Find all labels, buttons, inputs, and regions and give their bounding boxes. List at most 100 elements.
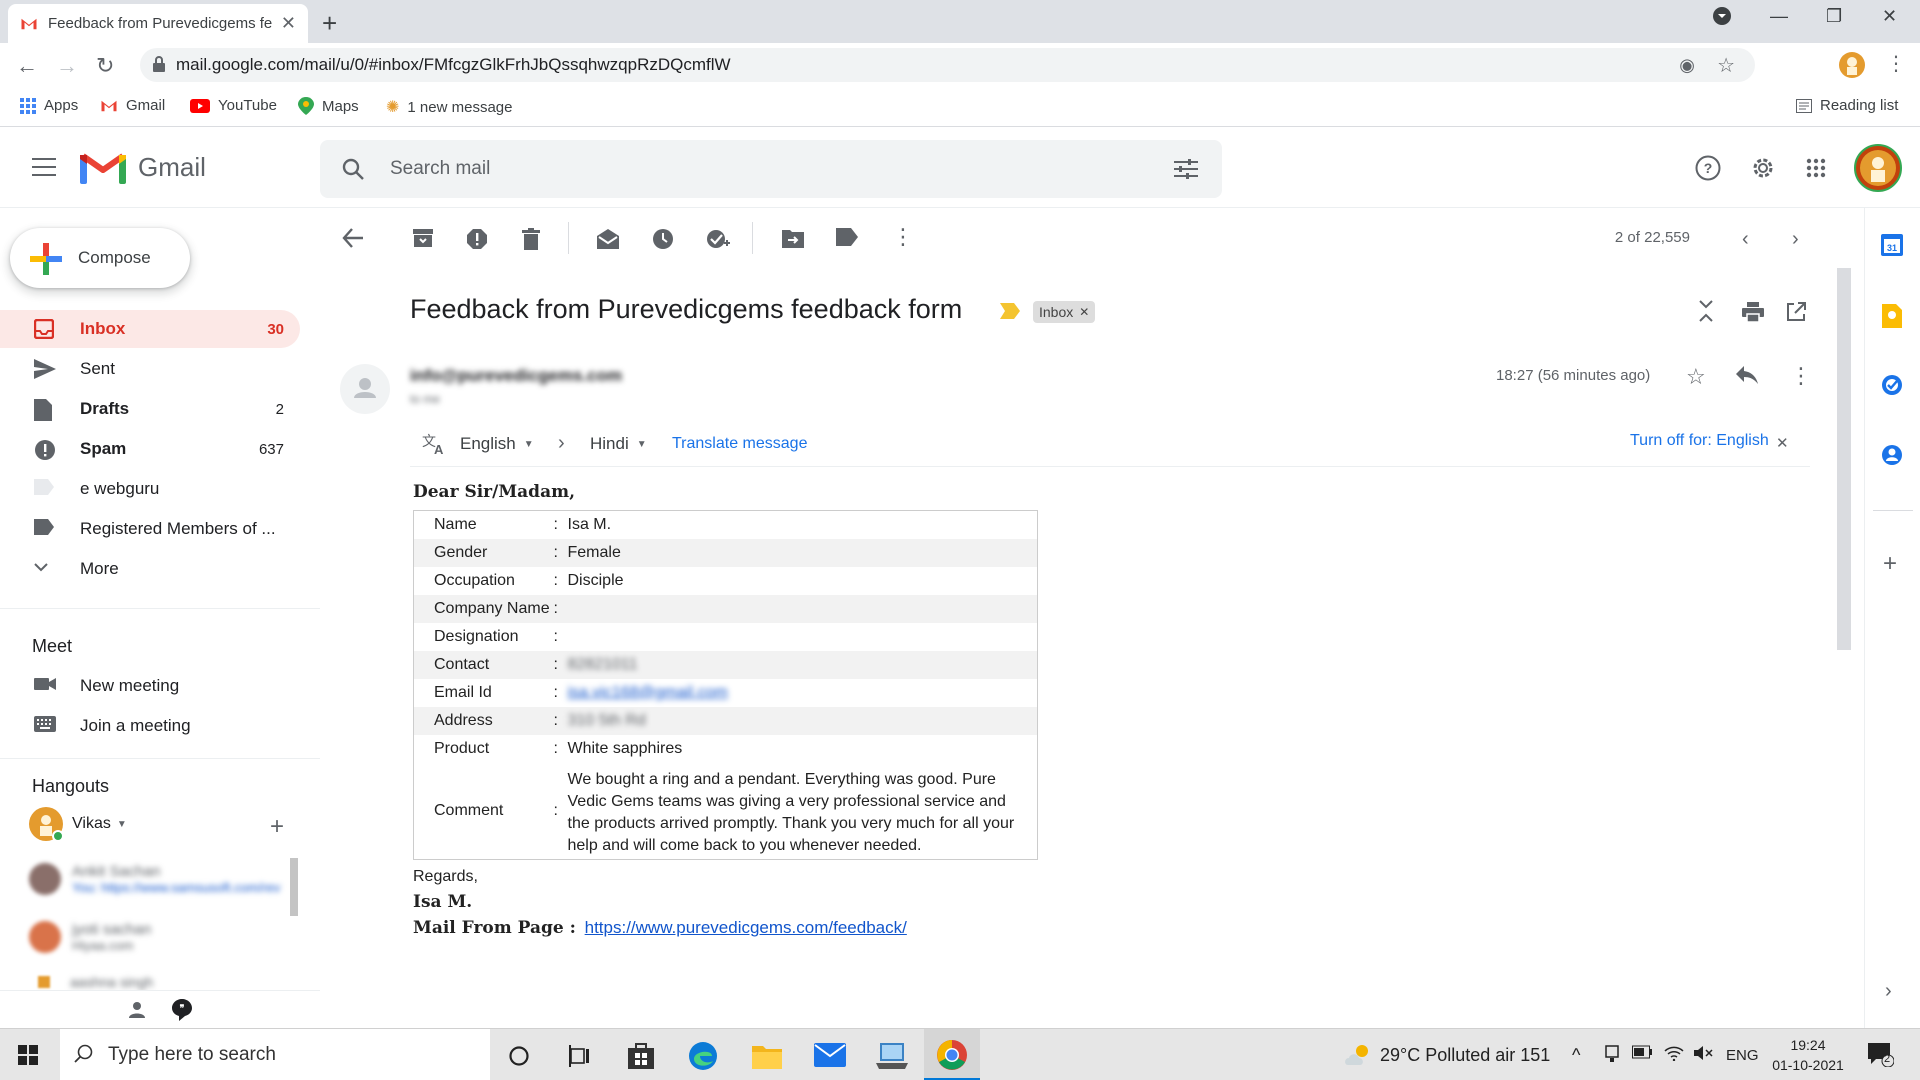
minimize-icon[interactable]: — — [1770, 6, 1788, 27]
settings-gear-icon[interactable] — [1750, 155, 1776, 181]
contacts-icon[interactable] — [1881, 444, 1903, 466]
wifi-icon[interactable] — [1664, 1045, 1684, 1061]
battery-icon[interactable] — [1632, 1045, 1652, 1059]
add-hangout-icon[interactable]: + — [270, 813, 284, 841]
account-avatar[interactable] — [1854, 144, 1902, 192]
hangouts-contact[interactable]: jyoti sachan Hiyaa.com — [28, 920, 288, 954]
show-side-panel-icon[interactable]: › — [1885, 980, 1892, 1003]
laptop-app-icon[interactable] — [876, 1043, 908, 1069]
close-translate-icon[interactable]: ✕ — [1776, 434, 1789, 452]
task-view-icon[interactable] — [568, 1045, 592, 1067]
search-icon[interactable] — [342, 158, 364, 180]
turn-off-translate-link[interactable]: Turn off for: English — [1630, 432, 1769, 450]
address-bar[interactable]: mail.google.com/mail/u/0/#inbox/FMfcgzGl… — [140, 48, 1755, 82]
search-options-icon[interactable] — [1174, 158, 1198, 180]
reload-icon[interactable]: ↻ — [96, 53, 114, 79]
cortana-icon[interactable] — [508, 1045, 530, 1067]
sidebar-item-e-webguru[interactable]: e webguru — [0, 470, 300, 508]
mail-app-icon[interactable] — [814, 1043, 846, 1067]
target-language-select[interactable]: Hindi ▼ — [590, 434, 647, 454]
hangouts-scrollbar[interactable] — [290, 858, 298, 916]
sidebar-item-inbox[interactable]: Inbox 30 — [0, 310, 300, 348]
email-scrollbar[interactable] — [1837, 268, 1851, 650]
get-addons-icon[interactable]: + — [1883, 550, 1897, 578]
star-icon[interactable]: ☆ — [1686, 364, 1706, 390]
recipient-line[interactable]: to me — [410, 392, 440, 406]
gmail-logo[interactable]: Gmail — [80, 150, 206, 184]
tab-close-icon[interactable]: ✕ — [281, 13, 296, 34]
sidebar-item-sent[interactable]: Sent — [0, 350, 300, 388]
weather-text[interactable]: 29°C Polluted air 151 — [1380, 1045, 1550, 1066]
calendar-icon[interactable]: 31 — [1881, 234, 1903, 256]
taskbar-search-input[interactable]: Type here to search — [60, 1029, 490, 1080]
edge-browser-icon[interactable] — [688, 1041, 718, 1071]
volume-muted-icon[interactable] — [1694, 1045, 1714, 1061]
open-new-window-icon[interactable] — [1786, 302, 1806, 322]
new-meeting-button[interactable]: New meeting — [0, 667, 300, 705]
eye-icon[interactable]: ◉ — [1679, 55, 1695, 76]
profile-menu-icon[interactable] — [1712, 6, 1732, 26]
weather-icon[interactable] — [1344, 1043, 1372, 1067]
email-link[interactable]: isa.vic168@gmail.com — [568, 684, 728, 701]
sidebar-item-spam[interactable]: Spam 637 — [0, 430, 300, 468]
windows-start-icon[interactable] — [18, 1045, 38, 1065]
new-tab-icon[interactable]: + — [322, 8, 337, 39]
sidebar-item-drafts[interactable]: Drafts 2 — [0, 390, 300, 428]
file-explorer-icon[interactable] — [752, 1043, 782, 1069]
tasks-icon[interactable] — [1881, 374, 1903, 396]
collapse-all-icon[interactable] — [1698, 300, 1714, 322]
contacts-person-icon[interactable] — [128, 1001, 146, 1019]
bookmark-new-message[interactable]: ✺ 1 new message — [386, 97, 512, 117]
message-more-icon[interactable]: ⋮ — [1790, 363, 1812, 389]
hangouts-contact[interactable]: aashna singh — [38, 974, 288, 990]
profile-avatar[interactable] — [1838, 51, 1866, 79]
remove-label-icon[interactable]: ✕ — [1079, 305, 1089, 319]
maximize-icon[interactable]: ❐ — [1826, 6, 1842, 27]
bookmark-youtube[interactable]: YouTube — [190, 97, 277, 114]
mark-unread-icon[interactable] — [596, 228, 620, 250]
newer-chevron-icon[interactable]: ‹ — [1742, 228, 1749, 251]
taskbar-clock[interactable]: 19:24 01-10-2021 — [1770, 1035, 1846, 1075]
print-icon[interactable] — [1742, 302, 1764, 322]
browser-tab[interactable]: Feedback from Purevedicgems fe ✕ — [8, 4, 308, 43]
compose-button[interactable]: Compose — [10, 228, 190, 288]
bookmark-maps[interactable]: Maps — [298, 97, 359, 115]
help-icon[interactable]: ? — [1695, 155, 1721, 181]
more-options-icon[interactable]: ⋮ — [892, 224, 914, 250]
translate-message-link[interactable]: Translate message — [672, 435, 807, 453]
keep-icon[interactable] — [1882, 304, 1902, 328]
reading-list[interactable]: Reading list — [1796, 97, 1898, 114]
hangouts-contact[interactable]: Ankit Sachan You: https://www.samsusoft.… — [28, 862, 288, 896]
notifications-icon[interactable]: 2 — [1868, 1043, 1894, 1067]
sender-avatar[interactable] — [340, 364, 390, 414]
store-icon[interactable] — [626, 1041, 656, 1069]
bookmark-gmail[interactable]: Gmail — [100, 97, 165, 114]
back-icon[interactable]: ← — [16, 53, 38, 79]
window-close-icon[interactable]: ✕ — [1882, 6, 1897, 27]
label-tag-icon[interactable] — [836, 228, 858, 246]
sidebar-item-more[interactable]: More — [0, 550, 300, 588]
hangouts-user[interactable]: Vikas ▼ — [28, 806, 127, 842]
sender-email[interactable]: info@purevedicgems.com — [410, 366, 622, 386]
main-menu-icon[interactable] — [32, 158, 56, 176]
reply-icon[interactable] — [1736, 366, 1758, 384]
sidebar-item-registered-members[interactable]: Registered Members of ... — [0, 510, 300, 548]
search-input[interactable]: Search mail — [320, 140, 1222, 198]
back-to-inbox-icon[interactable] — [342, 228, 364, 248]
add-task-icon[interactable] — [706, 228, 730, 250]
feedback-page-link[interactable]: https://www.purevedicgems.com/feedback/ — [585, 918, 907, 937]
forward-icon[interactable]: → — [56, 53, 78, 79]
snooze-clock-icon[interactable] — [652, 228, 674, 250]
bookmark-apps[interactable]: Apps — [20, 97, 78, 114]
show-hidden-icons[interactable]: ^ — [1572, 1045, 1580, 1066]
source-language-select[interactable]: English ▼ — [460, 434, 534, 454]
hangouts-chat-icon[interactable]: ❞ — [172, 999, 192, 1021]
importance-marker-icon[interactable] — [1000, 303, 1020, 319]
input-language[interactable]: ENG — [1726, 1047, 1759, 1064]
older-chevron-icon[interactable]: › — [1792, 228, 1799, 251]
move-to-icon[interactable] — [782, 228, 804, 248]
browser-menu-icon[interactable]: ⋮ — [1886, 51, 1906, 76]
archive-icon[interactable] — [412, 228, 434, 248]
bookmark-star-icon[interactable]: ☆ — [1717, 53, 1735, 78]
inbox-label-chip[interactable]: Inbox ✕ — [1033, 301, 1096, 323]
